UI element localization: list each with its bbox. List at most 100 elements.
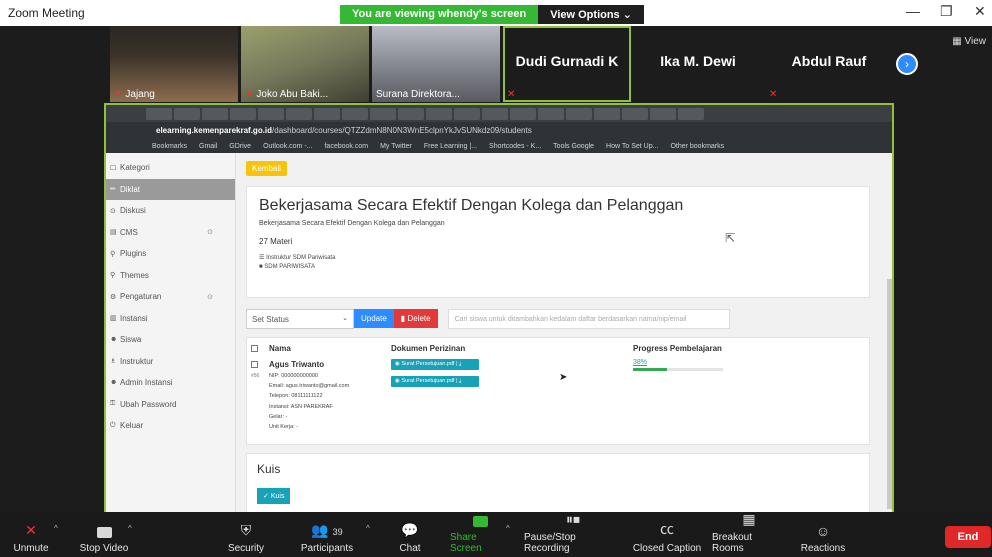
browser-tab[interactable] [510, 107, 536, 120]
sidebar-item-ubah-password[interactable]: ⚿ Ubah Password [106, 394, 235, 416]
close-icon[interactable]: ✕ [974, 3, 986, 20]
update-button[interactable]: Update [354, 309, 394, 328]
participant-tile[interactable]: ✕ Joko Abu Baki... [241, 26, 369, 102]
browser-tab[interactable] [370, 107, 396, 120]
browser-tab[interactable] [594, 107, 620, 120]
bookmark-item[interactable]: Tools Google [553, 143, 594, 150]
sidebar-item-siswa[interactable]: ☻ Siswa [106, 329, 235, 351]
bookmark-item[interactable]: Other bookmarks [670, 143, 724, 150]
bookmark-item[interactable]: Free Learning |... [424, 143, 477, 150]
address-bar[interactable]: elearning.kemenparekraf.go.id/dashboard/… [106, 122, 892, 139]
document-link-button[interactable]: ◉ Surat Persetujuan.pdf | ⤓ [391, 376, 479, 387]
breakout-label: Breakout Rooms [712, 532, 753, 554]
sidebar-item-themes[interactable]: ⚲ Themes [106, 265, 235, 287]
browser-tab[interactable] [202, 107, 228, 120]
sidebar-item-plugins[interactable]: ⚲ Plugins [106, 243, 235, 265]
participant-tile[interactable]: Surana Direktora... [372, 26, 500, 102]
participants-button[interactable]: 👥 39 Participants [298, 512, 356, 557]
bookmark-item[interactable]: Bookmarks [152, 143, 187, 150]
browser-tab[interactable] [174, 107, 200, 120]
back-button[interactable]: Kembali [246, 161, 287, 176]
maximize-icon[interactable]: ❐ [940, 3, 953, 20]
reactions-button[interactable]: ☺ Reactions [798, 512, 848, 557]
browser-tab[interactable] [230, 107, 256, 120]
sidebar-item-admin-instansi[interactable]: ☻ Admin Instansi [106, 372, 235, 394]
breakout-rooms-button[interactable]: ▦ Breakout Rooms [712, 511, 786, 557]
bookmark-item[interactable]: GDrive [229, 143, 251, 150]
end-meeting-button[interactable]: End [945, 526, 991, 548]
next-page-icon[interactable]: › [896, 53, 918, 75]
share-banner-text: You are viewing whendy's screen [340, 5, 539, 24]
sidebar-item-pengaturan[interactable]: ⚙ Pengaturan ⊙ [106, 286, 235, 308]
chevron-up-icon[interactable]: ^ [366, 524, 370, 533]
recording-button[interactable]: ⏸⏹ Pause/Stop Recording [524, 511, 622, 557]
browser-tab[interactable] [426, 107, 452, 120]
sidebar-item-diklat[interactable]: ✏ Diklat [106, 178, 235, 200]
status-select[interactable]: Set Status ⌄ [246, 308, 354, 329]
student-email: Email: agus.triwanto@gmail.com [269, 383, 350, 390]
browser-tab[interactable] [286, 107, 312, 120]
bookmark-item[interactable]: Shortcodes - K... [489, 143, 541, 150]
chevron-down-icon: ⌄ [622, 9, 632, 21]
participant-name: Surana Direktora... [376, 89, 460, 100]
browser-tab[interactable] [342, 107, 368, 120]
row-checkbox[interactable] [251, 361, 258, 368]
student-search-input[interactable]: Cari siswa untuk ditambahkan kedalam daf… [447, 308, 730, 329]
bookmark-item[interactable]: facebook.com [324, 143, 368, 150]
browser-tab[interactable] [678, 107, 704, 120]
sidebar-item-keluar[interactable]: ⏻ Keluar [106, 415, 235, 437]
sidebar-item-instansi[interactable]: ▥ Instansi [106, 308, 235, 330]
chevron-up-icon[interactable]: ^ [54, 524, 58, 533]
browser-tab[interactable] [622, 107, 648, 120]
sidebar-item-kategori[interactable]: ☐ Kategori [106, 157, 235, 179]
browser-tab[interactable] [538, 107, 564, 120]
participant-label: ✕ Joko Abu Baki... [245, 89, 328, 100]
bookmark-item[interactable]: Gmail [199, 143, 217, 150]
browser-tab[interactable] [314, 107, 340, 120]
unmute-button[interactable]: ✕ Unmute [10, 512, 52, 557]
participant-tile-active[interactable]: Dudi Gurnadi K ✕ [503, 26, 631, 102]
view-button[interactable]: ▦ View [952, 36, 986, 47]
chat-button[interactable]: 💬 Chat [392, 512, 428, 557]
bookmark-item[interactable]: How To Set Up... [606, 143, 658, 150]
browser-tab[interactable] [398, 107, 424, 120]
document-link-button[interactable]: ◉ Surat Persetujuan.pdf | ⤓ [391, 359, 479, 370]
delete-button[interactable]: ▮ Delete [393, 309, 438, 328]
sidebar-item-diskusi[interactable]: ⊙ Diskusi [106, 200, 235, 222]
browser-tab[interactable] [650, 107, 676, 120]
minimize-icon[interactable]: — [906, 3, 920, 19]
browser-tab[interactable] [258, 107, 284, 120]
browser-tab[interactable] [566, 107, 592, 120]
participant-tile[interactable]: Abdul Rauf ✕ [765, 26, 893, 102]
participant-label: Surana Direktora... [376, 89, 460, 100]
pause-stop-icon: ⏸⏹ [566, 511, 580, 527]
bookmark-item[interactable]: My Twitter [380, 143, 412, 150]
mic-muted-icon: ✕ [25, 522, 37, 538]
page-scrollbar[interactable] [887, 279, 892, 509]
instructor-icon: ♗ [110, 358, 117, 366]
chevron-up-icon[interactable]: ^ [128, 524, 132, 533]
progress-percent[interactable]: 38% [633, 359, 647, 366]
theme-icon: ⚲ [110, 272, 116, 280]
select-all-checkbox[interactable] [251, 345, 258, 352]
sidebar-item-cms[interactable]: ▤ CMS ⊙ [106, 222, 235, 244]
bookmark-item[interactable]: Outlook.com -... [263, 143, 312, 150]
sidebar-item-label: Kategori [120, 163, 150, 173]
student-gelar: Gelar: - [269, 413, 288, 420]
share-screen-button[interactable]: Share Screen [450, 512, 510, 557]
closed-caption-label: Closed Caption [632, 543, 702, 554]
chevron-up-icon[interactable]: ^ [506, 524, 510, 533]
participant-tile[interactable]: ✕ Jajang [110, 26, 238, 102]
stop-video-button[interactable]: Stop Video [76, 512, 132, 557]
browser-tab[interactable] [482, 107, 508, 120]
participant-label: ✕ Jajang [114, 89, 155, 100]
browser-tab[interactable] [146, 107, 172, 120]
security-button[interactable]: ⛨ Security [222, 512, 270, 557]
browser-tab[interactable] [454, 107, 480, 120]
participant-tile[interactable]: Ika M. Dewi [634, 26, 762, 102]
view-options-button[interactable]: View Options ⌄ [538, 5, 644, 24]
quiz-button[interactable]: ✓ Kuis [257, 488, 291, 504]
document-name: Surat Persetujuan.pdf [401, 378, 455, 384]
sidebar-item-instruktur[interactable]: ♗ Instruktur [106, 351, 235, 373]
closed-caption-button[interactable]: ㏄ Closed Caption [632, 512, 702, 557]
